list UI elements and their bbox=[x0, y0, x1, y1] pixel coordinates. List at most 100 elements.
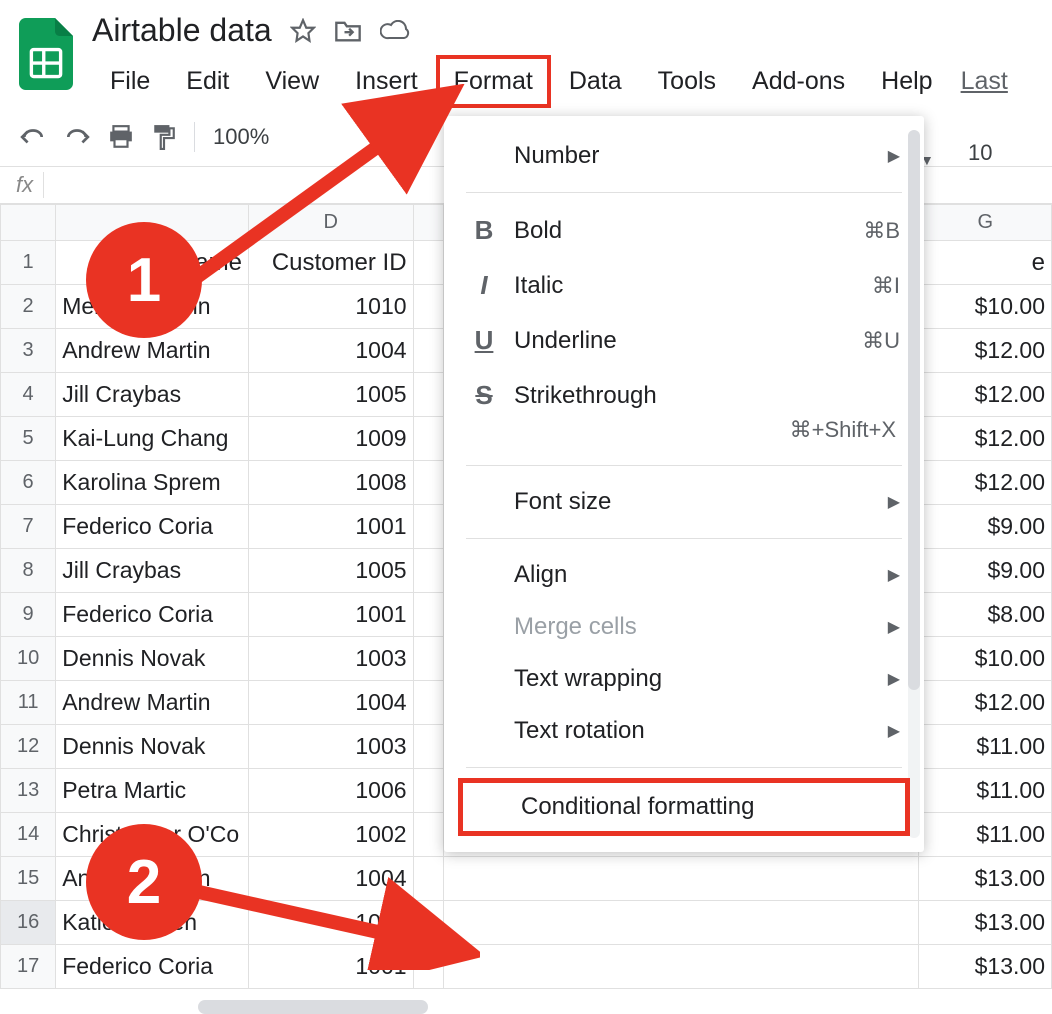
format-underline-item[interactable]: U Underline ⌘U bbox=[444, 313, 924, 368]
cell-name[interactable]: Federico Coria bbox=[56, 945, 249, 989]
cell-price[interactable]: $11.00 bbox=[919, 813, 1052, 857]
cell-price[interactable]: $13.00 bbox=[919, 901, 1052, 945]
cell-price[interactable]: $12.00 bbox=[919, 329, 1052, 373]
cell-price[interactable]: $8.00 bbox=[919, 593, 1052, 637]
star-icon[interactable] bbox=[290, 18, 316, 44]
row-header[interactable]: 16 bbox=[1, 901, 56, 945]
menu-format[interactable]: Format bbox=[436, 55, 551, 108]
cell-price[interactable]: $11.00 bbox=[919, 725, 1052, 769]
format-strikethrough-item[interactable]: S Strikethrough ⌘+Shift+X bbox=[444, 368, 924, 455]
cell-customer-id[interactable]: 1007 bbox=[248, 901, 413, 945]
menu-tools[interactable]: Tools bbox=[640, 55, 734, 108]
cell-customer-id[interactable]: 1009 bbox=[248, 417, 413, 461]
menu-data[interactable]: Data bbox=[551, 55, 640, 108]
cell[interactable] bbox=[413, 813, 443, 857]
cell[interactable] bbox=[413, 681, 443, 725]
format-fontsize-item[interactable]: Font size ▶ bbox=[444, 476, 924, 528]
cell[interactable] bbox=[413, 857, 443, 901]
cell-customer-id[interactable]: 1001 bbox=[248, 593, 413, 637]
cell-name[interactable]: Petra Martic bbox=[56, 769, 249, 813]
cell-name[interactable]: Federico Coria bbox=[56, 593, 249, 637]
menu-view[interactable]: View bbox=[247, 55, 337, 108]
cell-customer-id[interactable]: Customer ID bbox=[248, 241, 413, 285]
cell-price[interactable]: $11.00 bbox=[919, 769, 1052, 813]
cell[interactable] bbox=[413, 945, 443, 989]
cell[interactable] bbox=[443, 857, 919, 901]
cell-price[interactable]: $12.00 bbox=[919, 681, 1052, 725]
cell-price[interactable]: $10.00 bbox=[919, 285, 1052, 329]
cell[interactable] bbox=[413, 769, 443, 813]
cell-customer-id[interactable]: 1003 bbox=[248, 637, 413, 681]
move-folder-icon[interactable] bbox=[334, 19, 362, 43]
column-header-g[interactable]: G bbox=[919, 205, 1052, 241]
select-all-corner[interactable] bbox=[1, 205, 56, 241]
cell[interactable] bbox=[413, 549, 443, 593]
menu-edit[interactable]: Edit bbox=[168, 55, 247, 108]
row-header[interactable]: 9 bbox=[1, 593, 56, 637]
cell-price[interactable]: $9.00 bbox=[919, 505, 1052, 549]
cell[interactable] bbox=[413, 241, 443, 285]
cell-customer-id[interactable]: 1004 bbox=[248, 329, 413, 373]
column-header-d[interactable]: D bbox=[248, 205, 413, 241]
cell[interactable] bbox=[443, 901, 919, 945]
cell-price[interactable]: $12.00 bbox=[919, 373, 1052, 417]
row-header[interactable]: 14 bbox=[1, 813, 56, 857]
row-header[interactable]: 8 bbox=[1, 549, 56, 593]
row-header[interactable]: 10 bbox=[1, 637, 56, 681]
menu-help[interactable]: Help bbox=[863, 55, 950, 108]
cell[interactable] bbox=[413, 285, 443, 329]
zoom-level[interactable]: 100% bbox=[213, 124, 269, 150]
redo-icon[interactable] bbox=[64, 127, 90, 147]
cell-name[interactable]: Federico Coria bbox=[56, 505, 249, 549]
format-number-item[interactable]: Number ▶ bbox=[444, 130, 924, 182]
cell[interactable] bbox=[443, 945, 919, 989]
horizontal-scrollbar[interactable] bbox=[198, 1000, 428, 1014]
row-header[interactable]: 17 bbox=[1, 945, 56, 989]
cell-price[interactable]: e bbox=[919, 241, 1052, 285]
document-title[interactable]: Airtable data bbox=[92, 12, 272, 49]
cell-customer-id[interactable]: 1008 bbox=[248, 461, 413, 505]
cell-name[interactable]: Dennis Novak bbox=[56, 725, 249, 769]
cell[interactable] bbox=[413, 593, 443, 637]
row-header[interactable]: 2 bbox=[1, 285, 56, 329]
cell-name[interactable]: Karolina Sprem bbox=[56, 461, 249, 505]
row-header[interactable]: 7 bbox=[1, 505, 56, 549]
cell-name[interactable]: Andrew Martin bbox=[56, 681, 249, 725]
cell-customer-id[interactable]: 1004 bbox=[248, 857, 413, 901]
cell[interactable] bbox=[413, 725, 443, 769]
cell-price[interactable]: $10.00 bbox=[919, 637, 1052, 681]
cell[interactable] bbox=[413, 637, 443, 681]
row-header[interactable]: 13 bbox=[1, 769, 56, 813]
undo-icon[interactable] bbox=[20, 127, 46, 147]
row-header[interactable]: 6 bbox=[1, 461, 56, 505]
row-header[interactable]: 4 bbox=[1, 373, 56, 417]
row-header[interactable]: 3 bbox=[1, 329, 56, 373]
cell[interactable] bbox=[413, 505, 443, 549]
menu-insert[interactable]: Insert bbox=[337, 55, 436, 108]
cell-customer-id[interactable]: 1005 bbox=[248, 373, 413, 417]
font-size-value[interactable]: 10 bbox=[968, 140, 992, 166]
row-header[interactable]: 15 bbox=[1, 857, 56, 901]
cell-customer-id[interactable]: 1010 bbox=[248, 285, 413, 329]
format-bold-item[interactable]: B Bold ⌘B bbox=[444, 203, 924, 258]
menu-last-edit[interactable]: Last bbox=[951, 59, 1018, 104]
menu-addons[interactable]: Add-ons bbox=[734, 55, 863, 108]
row-header[interactable]: 12 bbox=[1, 725, 56, 769]
print-icon[interactable] bbox=[108, 125, 134, 149]
cell-customer-id[interactable]: 1006 bbox=[248, 769, 413, 813]
cell[interactable] bbox=[413, 373, 443, 417]
cell-name[interactable]: Jill Craybas bbox=[56, 549, 249, 593]
cell[interactable] bbox=[413, 417, 443, 461]
format-align-item[interactable]: Align ▶ bbox=[444, 549, 924, 601]
paint-format-icon[interactable] bbox=[152, 124, 176, 150]
cell-customer-id[interactable]: 1004 bbox=[248, 681, 413, 725]
cell-price[interactable]: $12.00 bbox=[919, 417, 1052, 461]
row-header[interactable]: 5 bbox=[1, 417, 56, 461]
cell-price[interactable]: $13.00 bbox=[919, 857, 1052, 901]
cell-customer-id[interactable]: 1001 bbox=[248, 945, 413, 989]
cell-price[interactable]: $13.00 bbox=[919, 945, 1052, 989]
cell-name[interactable]: Jill Craybas bbox=[56, 373, 249, 417]
cell[interactable] bbox=[413, 461, 443, 505]
cell-price[interactable]: $12.00 bbox=[919, 461, 1052, 505]
format-wrap-item[interactable]: Text wrapping ▶ bbox=[444, 653, 924, 705]
